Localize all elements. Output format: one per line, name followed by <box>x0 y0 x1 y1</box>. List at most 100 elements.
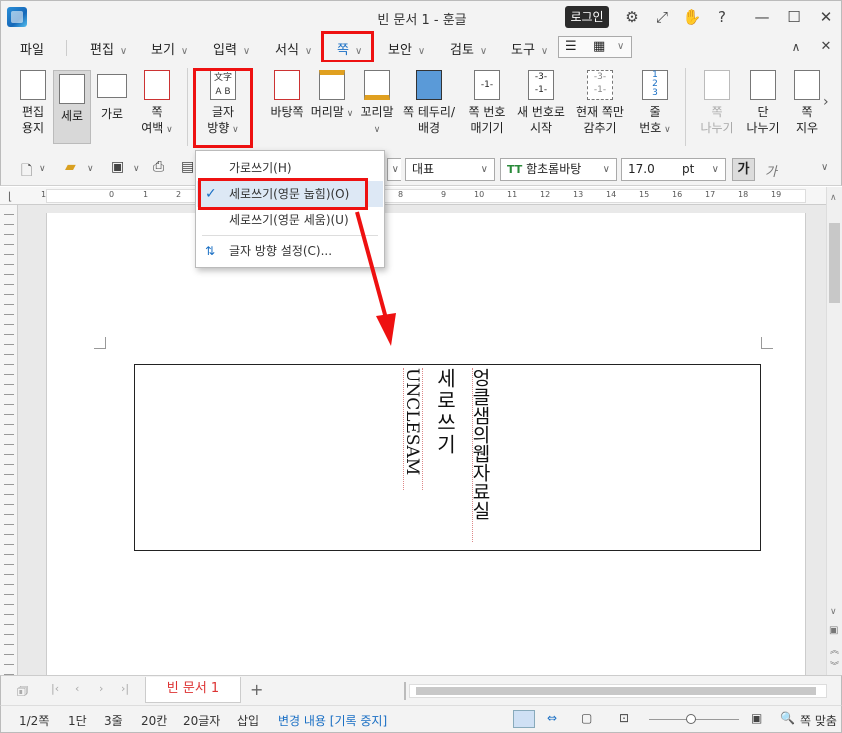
menu-divider <box>66 40 67 56</box>
horizontal-ruler[interactable]: ⌊ 1 0 1 2 8 9 10 11 12 13 14 15 16 17 18… <box>0 187 826 205</box>
horizontal-orientation-button[interactable]: 가로 <box>90 70 134 122</box>
document-area[interactable]: UNCLESAM 세로쓰기 엉클샘의웹자료실 <box>18 205 826 675</box>
menu-edit-label: 편집 <box>90 43 114 58</box>
text-area[interactable]: UNCLESAM 세로쓰기 엉클샘의웹자료실 <box>134 364 761 551</box>
status-page[interactable]: 1/2쪽 <box>19 712 49 729</box>
page-delete-button[interactable]: 쪽 지우 <box>787 70 827 136</box>
print-icon[interactable]: ⎙ <box>153 159 164 175</box>
menu-view[interactable]: 보기 ∨ <box>151 39 188 58</box>
page-view-icon[interactable]: ▣ <box>829 625 838 636</box>
open-folder-icon[interactable]: ▰ <box>65 159 76 175</box>
vertical-scroll-thumb[interactable] <box>829 223 840 303</box>
next-page-icon[interactable]: ︾ <box>830 659 839 672</box>
menu-item-direction-settings[interactable]: ⇅ 글자 방향 설정(C)... <box>197 238 383 264</box>
font-size-select[interactable]: 17.0 pt ∨ <box>621 158 726 181</box>
quick-toolbar-toggle[interactable]: ☰ ▦ ∨ <box>558 36 632 58</box>
column-break-button[interactable]: 단 나누기 <box>741 70 785 136</box>
char-shape-button[interactable]: 가 <box>732 158 755 181</box>
horizontal-writing-label: 가로쓰기(H) <box>229 161 292 175</box>
tab-document-1[interactable]: 빈 문서 1 <box>145 677 241 703</box>
vertical-scrollbar[interactable]: ∧ ∨ ▣ ︽ ︾ <box>826 187 842 675</box>
close-window-icon[interactable]: ✕ <box>815 6 837 28</box>
vertical-ruler[interactable] <box>0 205 18 675</box>
scroll-down-icon[interactable]: ∨ <box>830 607 837 617</box>
line-number-icon: 123 <box>642 70 668 100</box>
page-border-button[interactable]: 쪽 테두리/ 배경 <box>401 70 457 136</box>
minimize-icon[interactable]: — <box>751 6 773 28</box>
vertical-text-uncle-sam[interactable]: UNCLESAM <box>402 368 423 490</box>
status-track-changes[interactable]: 변경 내용 [기록 중지] <box>278 712 387 729</box>
next-tab-icon[interactable]: › <box>99 682 103 695</box>
ruler-tick-label: 10 <box>474 190 485 199</box>
menu-security[interactable]: 보안 ∨ <box>388 39 425 58</box>
normal-view-icon[interactable] <box>513 710 535 728</box>
menu-file[interactable]: 파일 <box>20 39 44 58</box>
fullscreen-icon[interactable]: ⤢ <box>651 6 673 28</box>
menu-review[interactable]: 검토 ∨ <box>450 39 487 58</box>
vertical-label: 세로 <box>60 109 84 123</box>
toolbar-layout-icon: ☰ <box>565 39 577 54</box>
menu-tools-label: 도구 <box>511 43 535 58</box>
fit-page-icon[interactable]: ▣ <box>751 711 762 725</box>
maximize-icon[interactable]: ☐ <box>783 6 805 28</box>
highlight-page-menu <box>321 31 374 63</box>
chevron-down-icon[interactable]: ∨ <box>133 164 140 174</box>
horizontal-scroll-thumb[interactable] <box>416 687 816 695</box>
new-number-button[interactable]: -3- -1- 새 번호로 시작 <box>515 70 567 136</box>
menu-format[interactable]: 서식 ∨ <box>275 39 312 58</box>
font-select[interactable]: TT 함초롬바탕 ∨ <box>500 158 617 181</box>
line-number-button[interactable]: 123 줄 번호 ∨ <box>633 70 677 138</box>
menu-edit[interactable]: 편집 ∨ <box>90 39 127 58</box>
edit-paper-button[interactable]: 편집 용지 <box>11 70 55 136</box>
chevron-down-icon: ∨ <box>617 41 625 52</box>
new-document-icon[interactable]: 🗋 <box>21 160 32 184</box>
save-icon[interactable]: ▣ <box>111 159 124 175</box>
add-tab-button[interactable]: + <box>250 680 263 699</box>
last-tab-icon[interactable]: ›| <box>121 682 129 695</box>
background-page-button[interactable]: 바탕쪽 <box>265 70 309 120</box>
combo-fragment[interactable]: ∨ <box>387 158 401 181</box>
chevron-down-icon[interactable]: ∨ <box>39 164 46 174</box>
full-page-icon[interactable]: ▢ <box>581 711 592 725</box>
help-icon[interactable]: ? <box>711 6 733 28</box>
first-tab-icon[interactable]: |‹ <box>51 682 59 695</box>
hand-icon[interactable]: ✋ <box>681 6 703 28</box>
collapse-ribbon-icon[interactable]: ∧ <box>785 36 807 58</box>
chevron-down-icon: ∨ <box>417 46 426 57</box>
horizontal-scrollbar[interactable] <box>409 684 827 698</box>
header-button[interactable]: 머리말 ∨ <box>310 70 354 122</box>
page-break-label-2: 나누기 <box>700 121 734 135</box>
prev-page-icon[interactable]: ︽ <box>830 643 839 656</box>
italic-button[interactable]: 가 <box>765 161 777 180</box>
chevron-down-icon[interactable]: ∨ <box>87 164 94 174</box>
ribbon-scroll-right-icon[interactable]: › <box>823 94 829 110</box>
ruler-corner-icon[interactable]: ⌊ <box>8 190 12 203</box>
tab-splitter[interactable] <box>404 682 406 700</box>
prev-tab-icon[interactable]: ‹ <box>75 682 79 695</box>
vertical-orientation-button[interactable]: 세로 <box>53 70 91 144</box>
menu-item-vertical-upright[interactable]: 세로쓰기(영문 세움)(U) <box>197 207 383 233</box>
settings-gear-icon[interactable]: ⚙ <box>621 6 643 28</box>
login-button[interactable]: 로그인 <box>565 6 609 28</box>
tab-list-icon[interactable]: 🗊 <box>17 682 28 703</box>
page-margin-button[interactable]: 쪽 여백 ∨ <box>135 70 179 138</box>
page-number-button[interactable]: -1- 쪽 번호 매기기 <box>463 70 511 136</box>
zoom-box-icon[interactable]: ⊡ <box>619 711 629 725</box>
status-insert-mode[interactable]: 삽입 <box>237 712 259 729</box>
vertical-text-sero[interactable]: 세로쓰기 <box>433 368 460 456</box>
hide-current-page-button[interactable]: -3- -1- 현재 쪽만 감추기 <box>573 70 627 136</box>
status-fit-page[interactable]: 쪽 맞춤 <box>800 712 837 729</box>
toolbar-expand-icon[interactable]: ∨ <box>821 162 828 173</box>
menu-insert[interactable]: 입력 ∨ <box>213 39 250 58</box>
menu-tools[interactable]: 도구 ∨ <box>511 39 548 58</box>
page[interactable]: UNCLESAM 세로쓰기 엉클샘의웹자료실 <box>46 213 806 675</box>
page-break-button[interactable]: 쪽 나누기 <box>695 70 739 136</box>
zoom-slider-handle[interactable] <box>686 714 696 724</box>
style-select[interactable]: 대표 ∨ <box>405 158 495 181</box>
scroll-up-icon[interactable]: ∧ <box>830 193 837 203</box>
footer-button[interactable]: 꼬리말 ∨ <box>355 70 399 138</box>
preview-icon[interactable]: ▤ <box>181 159 194 175</box>
close-doc-icon[interactable]: ✕ <box>815 36 837 58</box>
vertical-text-uncle-sam-web[interactable]: 엉클샘의웹자료실 <box>469 368 494 542</box>
fit-width-icon[interactable]: ⇔ <box>547 711 557 725</box>
